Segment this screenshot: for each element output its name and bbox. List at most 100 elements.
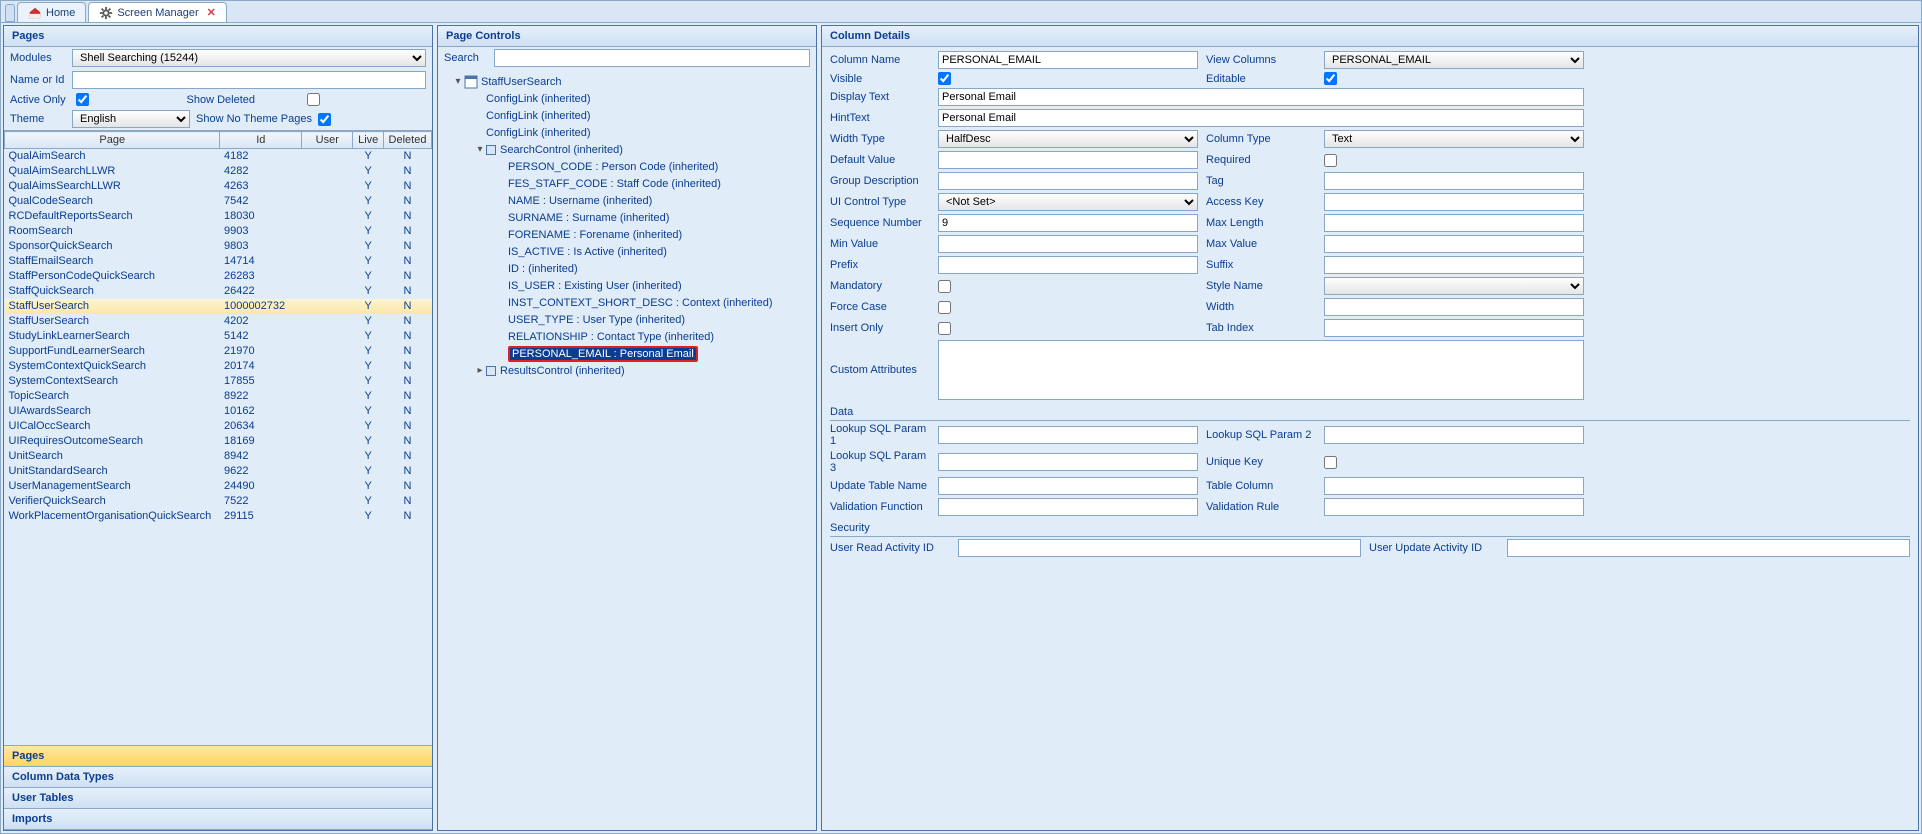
table-row[interactable]: StaffPersonCodeQuickSearch26283YN [5, 269, 432, 284]
tree-node[interactable]: FES_STAFF_CODE : Staff Code (inherited) [442, 175, 812, 192]
table-row[interactable]: QualAimsSearchLLWR4263YN [5, 179, 432, 194]
tree-node[interactable]: ID : (inherited) [442, 260, 812, 277]
style-select[interactable] [1324, 277, 1584, 295]
force-case-checkbox[interactable] [938, 301, 951, 314]
showdeleted-checkbox[interactable] [307, 93, 320, 106]
table-row[interactable]: QualAimSearchLLWR4282YN [5, 164, 432, 179]
theme-select[interactable]: English [72, 110, 190, 128]
activeonly-checkbox[interactable] [76, 93, 89, 106]
modules-select[interactable]: Shell Searching (15244) [72, 49, 426, 67]
group-desc-input[interactable] [938, 172, 1198, 190]
suffix-input[interactable] [1324, 256, 1584, 274]
ui-control-select[interactable]: <Not Set> [938, 193, 1198, 211]
hint-text-input[interactable] [938, 109, 1584, 127]
utn-input[interactable] [938, 477, 1198, 495]
table-row[interactable]: StaffUserSearch4202YN [5, 314, 432, 329]
tree-node[interactable]: IS_USER : Existing User (inherited) [442, 277, 812, 294]
tree-node[interactable]: ▾StaffUserSearch [442, 73, 812, 90]
tree-node[interactable]: FORENAME : Forename (inherited) [442, 226, 812, 243]
checkbox-icon[interactable] [486, 366, 496, 376]
nameorid-input[interactable] [72, 71, 426, 89]
table-row[interactable]: StaffUserSearch1000002732YN [5, 299, 432, 314]
mandatory-checkbox[interactable] [938, 280, 951, 293]
table-row[interactable]: UIAwardsSearch10162YN [5, 404, 432, 419]
required-checkbox[interactable] [1324, 154, 1337, 167]
lsp3-input[interactable] [938, 453, 1198, 471]
table-row[interactable]: WorkPlacementOrganisationQuickSearch2911… [5, 509, 432, 524]
tree-node[interactable]: PERSONAL_EMAIL : Personal Email [442, 345, 812, 362]
tag-input[interactable] [1324, 172, 1584, 190]
acc-pages[interactable]: Pages [4, 746, 432, 767]
min-val-input[interactable] [938, 235, 1198, 253]
default-value-input[interactable] [938, 151, 1198, 169]
acc-imports[interactable]: Imports [4, 809, 432, 830]
tree-node[interactable]: SURNAME : Surname (inherited) [442, 209, 812, 226]
shownotheme-checkbox[interactable] [318, 113, 331, 126]
col-deleted[interactable]: Deleted [384, 132, 432, 149]
column-name-input[interactable] [938, 51, 1198, 69]
ukey-checkbox[interactable] [1324, 456, 1337, 469]
display-text-input[interactable] [938, 88, 1584, 106]
custom-attrs-textarea[interactable] [938, 340, 1584, 400]
table-row[interactable]: UnitStandardSearch9622YN [5, 464, 432, 479]
table-row[interactable]: TopicSearch8922YN [5, 389, 432, 404]
table-row[interactable]: SystemContextQuickSearch20174YN [5, 359, 432, 374]
pages-grid[interactable]: Page Id User Live Deleted QualAimSearch4… [4, 130, 432, 745]
tree-node[interactable]: IS_ACTIVE : Is Active (inherited) [442, 243, 812, 260]
table-row[interactable]: UIRequiresOutcomeSearch18169YN [5, 434, 432, 449]
tree-node[interactable]: ConfigLink (inherited) [442, 107, 812, 124]
acc-user-tables[interactable]: User Tables [4, 788, 432, 809]
controls-tree[interactable]: ▾StaffUserSearchConfigLink (inherited)Co… [438, 69, 816, 830]
showdeleted-link[interactable]: Show Deleted [187, 94, 256, 106]
table-row[interactable]: RoomSearch9903YN [5, 224, 432, 239]
vrule-input[interactable] [1324, 498, 1584, 516]
tree-node[interactable]: USER_TYPE : User Type (inherited) [442, 311, 812, 328]
max-len-input[interactable] [1324, 214, 1584, 232]
table-row[interactable]: SupportFundLearnerSearch21970YN [5, 344, 432, 359]
view-columns-select[interactable]: PERSONAL_EMAIL [1324, 51, 1584, 69]
table-row[interactable]: StaffEmailSearch14714YN [5, 254, 432, 269]
tree-node[interactable]: ▾SearchControl (inherited) [442, 141, 812, 158]
tcol-input[interactable] [1324, 477, 1584, 495]
insert-only-checkbox[interactable] [938, 322, 951, 335]
acc-column-data-types[interactable]: Column Data Types [4, 767, 432, 788]
lsp2-input[interactable] [1324, 426, 1584, 444]
col-page[interactable]: Page [5, 132, 220, 149]
editable-checkbox[interactable] [1324, 72, 1337, 85]
tree-node[interactable]: ConfigLink (inherited) [442, 90, 812, 107]
tab-screen-manager[interactable]: Screen Manager ✕ [88, 2, 227, 22]
tree-node[interactable]: NAME : Username (inherited) [442, 192, 812, 209]
max-val-input[interactable] [1324, 235, 1584, 253]
table-row[interactable]: SystemContextSearch17855YN [5, 374, 432, 389]
col-id[interactable]: Id [220, 132, 302, 149]
table-row[interactable]: VerifierQuickSearch7522YN [5, 494, 432, 509]
tree-node[interactable]: INST_CONTEXT_SHORT_DESC : Context (inher… [442, 294, 812, 311]
width-input[interactable] [1324, 298, 1584, 316]
shownotheme-link[interactable]: Show No Theme Pages [196, 113, 312, 125]
table-row[interactable]: RCDefaultReportsSearch18030YN [5, 209, 432, 224]
seq-input[interactable] [938, 214, 1198, 232]
tree-node[interactable]: RELATIONSHIP : Contact Type (inherited) [442, 328, 812, 345]
tab-home[interactable]: Home [17, 2, 86, 22]
col-live[interactable]: Live [353, 132, 384, 149]
table-row[interactable]: QualCodeSearch7542YN [5, 194, 432, 209]
vfn-input[interactable] [938, 498, 1198, 516]
table-row[interactable]: StaffQuickSearch26422YN [5, 284, 432, 299]
access-key-input[interactable] [1324, 193, 1584, 211]
table-row[interactable]: UserManagementSearch24490YN [5, 479, 432, 494]
table-row[interactable]: UICalOccSearch20634YN [5, 419, 432, 434]
tab-index-input[interactable] [1324, 319, 1584, 337]
checkbox-icon[interactable] [486, 145, 496, 155]
tree-node[interactable]: ▸ResultsControl (inherited) [442, 362, 812, 379]
prefix-input[interactable] [938, 256, 1198, 274]
visible-checkbox[interactable] [938, 72, 951, 85]
column-type-select[interactable]: Text [1324, 130, 1584, 148]
table-row[interactable]: SponsorQuickSearch9803YN [5, 239, 432, 254]
close-icon[interactable]: ✕ [207, 6, 216, 19]
lsp1-input[interactable] [938, 426, 1198, 444]
tree-node[interactable]: ConfigLink (inherited) [442, 124, 812, 141]
uuaid-input[interactable] [1507, 539, 1910, 557]
uraid-input[interactable] [958, 539, 1361, 557]
search-input[interactable] [494, 49, 810, 67]
col-user[interactable]: User [302, 132, 353, 149]
